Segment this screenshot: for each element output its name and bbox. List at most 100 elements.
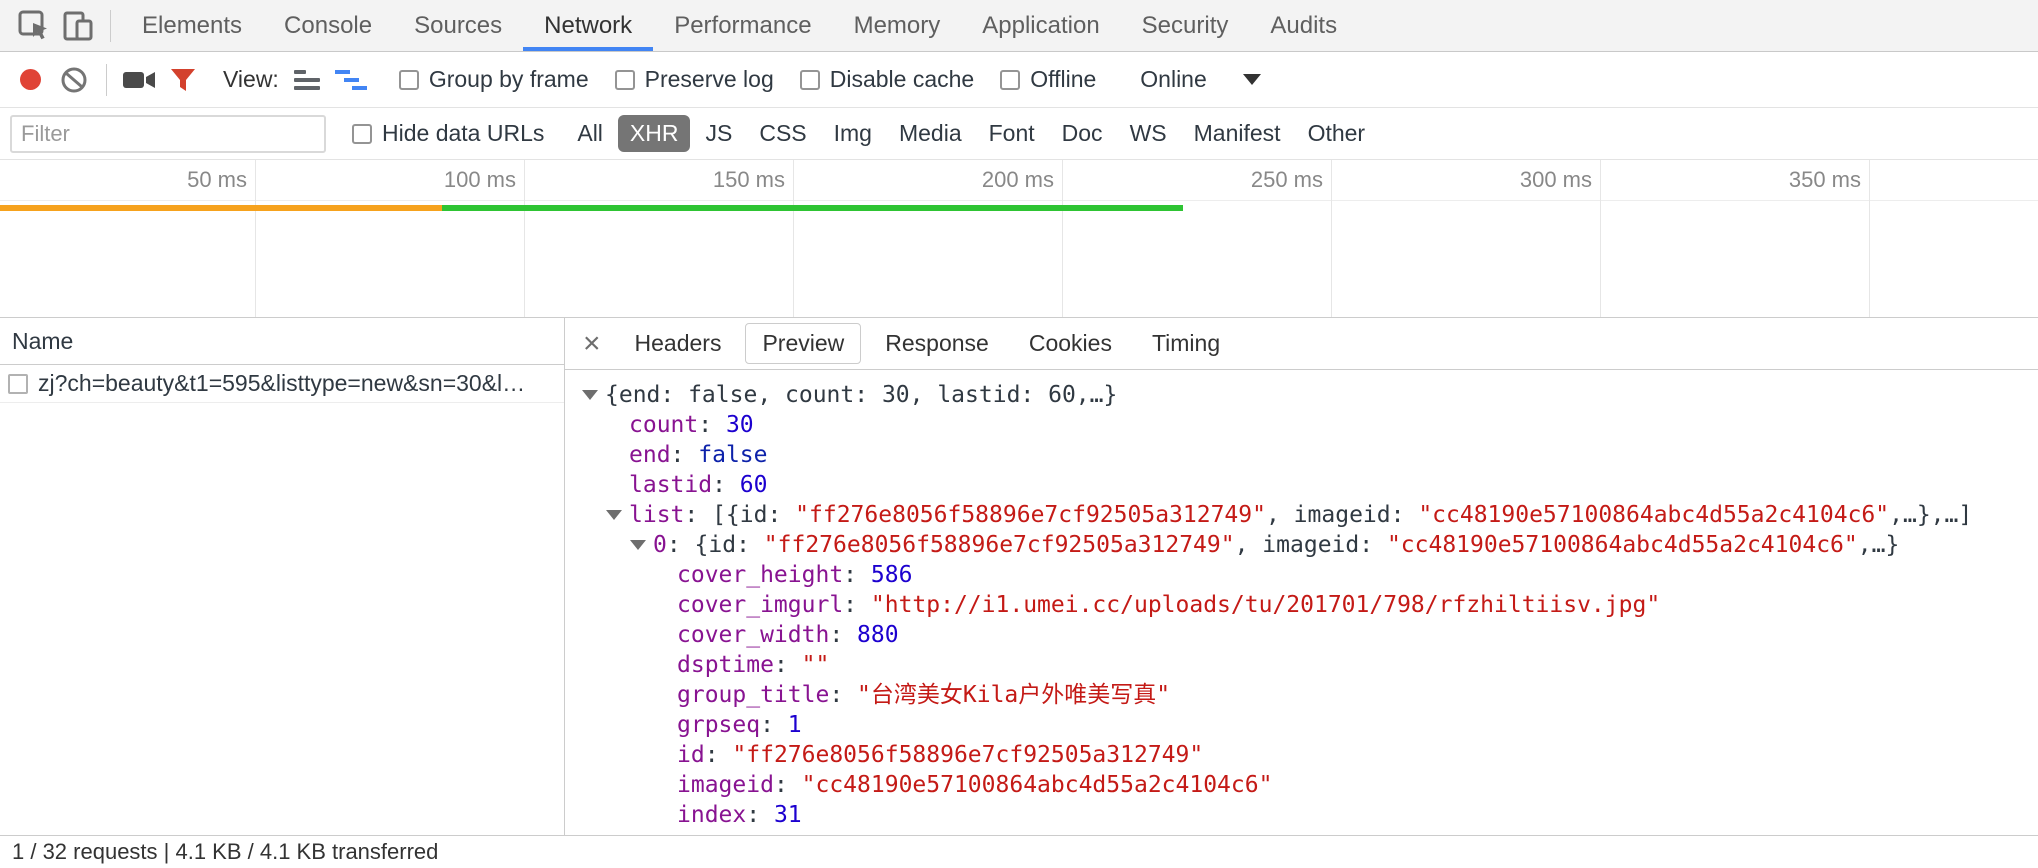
timeline-gridline — [793, 160, 794, 317]
dropdown-caret-icon — [1243, 74, 1261, 85]
filter-type-media[interactable]: Media — [887, 115, 974, 152]
checkbox-group-by-frame[interactable]: Group by frame — [399, 66, 589, 93]
tree-line[interactable]: cover_height: 586 — [565, 560, 2038, 590]
status-bar: 1 / 32 requests | 4.1 KB / 4.1 KB transf… — [0, 835, 2038, 868]
device-toolbar-icon — [60, 8, 96, 44]
request-rows-view-button[interactable] — [285, 58, 329, 102]
checkbox-icon[interactable] — [399, 70, 419, 90]
tree-line[interactable]: cover_width: 880 — [565, 620, 2038, 650]
tab-network[interactable]: Network — [523, 0, 653, 51]
detail-tab-headers[interactable]: Headers — [619, 324, 738, 363]
json-punctuation: : — [774, 772, 802, 798]
json-key: lastid — [629, 472, 712, 498]
inspect-element-button[interactable] — [12, 4, 56, 48]
network-toolbar: View: Group by framePreserve logDisable … — [0, 52, 2038, 108]
tree-line[interactable]: end: false — [565, 440, 2038, 470]
json-key: grpseq — [677, 712, 760, 738]
tree-line[interactable]: {end: false, count: 30, lastid: 60,…} — [565, 380, 2038, 410]
tab-console[interactable]: Console — [263, 0, 393, 51]
tree-line[interactable]: index: 31 — [565, 800, 2038, 830]
screenshot-button[interactable] — [117, 58, 161, 102]
checkbox-hide-data-urls[interactable]: Hide data URLs — [352, 120, 544, 147]
close-detail-button[interactable]: × — [573, 329, 611, 359]
json-key: group_title — [677, 682, 829, 708]
tab-elements[interactable]: Elements — [121, 0, 263, 51]
json-punctuation: : — [760, 712, 788, 738]
tree-line[interactable]: group_title: "台湾美女Kila户外唯美写真" — [565, 680, 2038, 710]
checkbox-preserve-log[interactable]: Preserve log — [615, 66, 774, 93]
timeline-tick-label: 300 ms — [1442, 160, 1592, 200]
tree-line[interactable]: 0: {id: "ff276e8056f58896e7cf92505a31274… — [565, 530, 2038, 560]
json-key: cover_height — [677, 562, 843, 588]
filter-input[interactable] — [10, 115, 326, 153]
record-button[interactable] — [8, 58, 52, 102]
tab-sources[interactable]: Sources — [393, 0, 523, 51]
tab-application[interactable]: Application — [961, 0, 1120, 51]
tree-line[interactable]: list: [{id: "ff276e8056f58896e7cf92505a3… — [565, 500, 2038, 530]
json-key: end — [629, 442, 671, 468]
toolbar-separator — [106, 64, 107, 96]
filter-type-all[interactable]: All — [565, 115, 615, 152]
json-string: "cc48190e57100864abc4d55a2c4104c6" — [1418, 502, 1889, 528]
json-punctuation: : — [829, 622, 857, 648]
filter-type-css[interactable]: CSS — [747, 115, 818, 152]
filter-type-font[interactable]: Font — [977, 115, 1047, 152]
tree-line[interactable]: cover_imgurl: "http://i1.umei.cc/uploads… — [565, 590, 2038, 620]
json-key: imageid — [677, 772, 774, 798]
disclosure-triangle-icon[interactable] — [605, 500, 629, 530]
tree-line[interactable]: lastid: 60 — [565, 470, 2038, 500]
detail-tab-preview[interactable]: Preview — [745, 323, 861, 364]
tree-line[interactable]: imageid: "cc48190e57100864abc4d55a2c4104… — [565, 770, 2038, 800]
timeline-overview[interactable]: 50 ms100 ms150 ms200 ms250 ms300 ms350 m… — [0, 160, 2038, 318]
filter-type-doc[interactable]: Doc — [1050, 115, 1115, 152]
detail-panel: × HeadersPreviewResponseCookiesTiming {e… — [565, 318, 2038, 835]
tab-audits[interactable]: Audits — [1249, 0, 1358, 51]
detail-tab-timing[interactable]: Timing — [1136, 324, 1236, 363]
json-punctuation: : [{id: — [684, 502, 795, 528]
preview-tree[interactable]: {end: false, count: 30, lastid: 60,…}cou… — [565, 370, 2038, 830]
tree-line[interactable]: grpseq: 1 — [565, 710, 2038, 740]
json-punctuation: : {id: — [667, 532, 764, 558]
tab-performance[interactable]: Performance — [653, 0, 832, 51]
disclosure-triangle-icon[interactable] — [629, 530, 653, 560]
timeline-gridline — [1062, 160, 1063, 317]
filter-type-manifest[interactable]: Manifest — [1182, 115, 1293, 152]
tree-line[interactable]: id: "ff276e8056f58896e7cf92505a312749" — [565, 740, 2038, 770]
request-list: zj?ch=beauty&t1=595&listtype=new&sn=30&l… — [0, 365, 564, 403]
json-number: 586 — [871, 562, 913, 588]
name-column-header[interactable]: Name — [0, 318, 564, 365]
filter-type-xhr[interactable]: XHR — [618, 115, 691, 152]
filter-type-img[interactable]: Img — [822, 115, 884, 152]
tab-security[interactable]: Security — [1121, 0, 1250, 51]
toolbar-separator — [110, 10, 111, 42]
request-row[interactable]: zj?ch=beauty&t1=595&listtype=new&sn=30&l… — [0, 365, 564, 403]
throttling-select[interactable]: Online — [1140, 66, 1260, 93]
json-punctuation: : — [671, 442, 699, 468]
detail-tab-cookies[interactable]: Cookies — [1013, 324, 1128, 363]
disclosure-triangle-icon[interactable] — [581, 380, 605, 410]
tree-line[interactable]: dsptime: "" — [565, 650, 2038, 680]
checkbox-disable-cache[interactable]: Disable cache — [800, 66, 974, 93]
checkbox-offline[interactable]: Offline — [1000, 66, 1096, 93]
detail-tab-response[interactable]: Response — [869, 324, 1005, 363]
timeline-gridline — [1331, 160, 1332, 317]
tree-line[interactable]: count: 30 — [565, 410, 2038, 440]
filter-type-ws[interactable]: WS — [1118, 115, 1179, 152]
filter-type-js[interactable]: JS — [693, 115, 744, 152]
hide-data-urls-slot: Hide data URLs — [326, 120, 544, 147]
filter-button[interactable] — [161, 58, 205, 102]
overview-waterfall-icon — [335, 67, 367, 93]
json-number: 60 — [740, 472, 768, 498]
checkbox-icon[interactable] — [1000, 70, 1020, 90]
overview-view-button[interactable] — [329, 58, 373, 102]
checkbox-icon[interactable] — [615, 70, 635, 90]
json-number: 880 — [857, 622, 899, 648]
json-string: "ff276e8056f58896e7cf92505a312749" — [764, 532, 1235, 558]
checkbox-icon[interactable] — [800, 70, 820, 90]
tab-memory[interactable]: Memory — [833, 0, 962, 51]
filter-type-other[interactable]: Other — [1296, 115, 1378, 152]
throttling-value: Online — [1140, 66, 1206, 93]
device-toolbar-button[interactable] — [56, 4, 100, 48]
checkbox-icon[interactable] — [352, 124, 372, 144]
clear-button[interactable] — [52, 58, 96, 102]
